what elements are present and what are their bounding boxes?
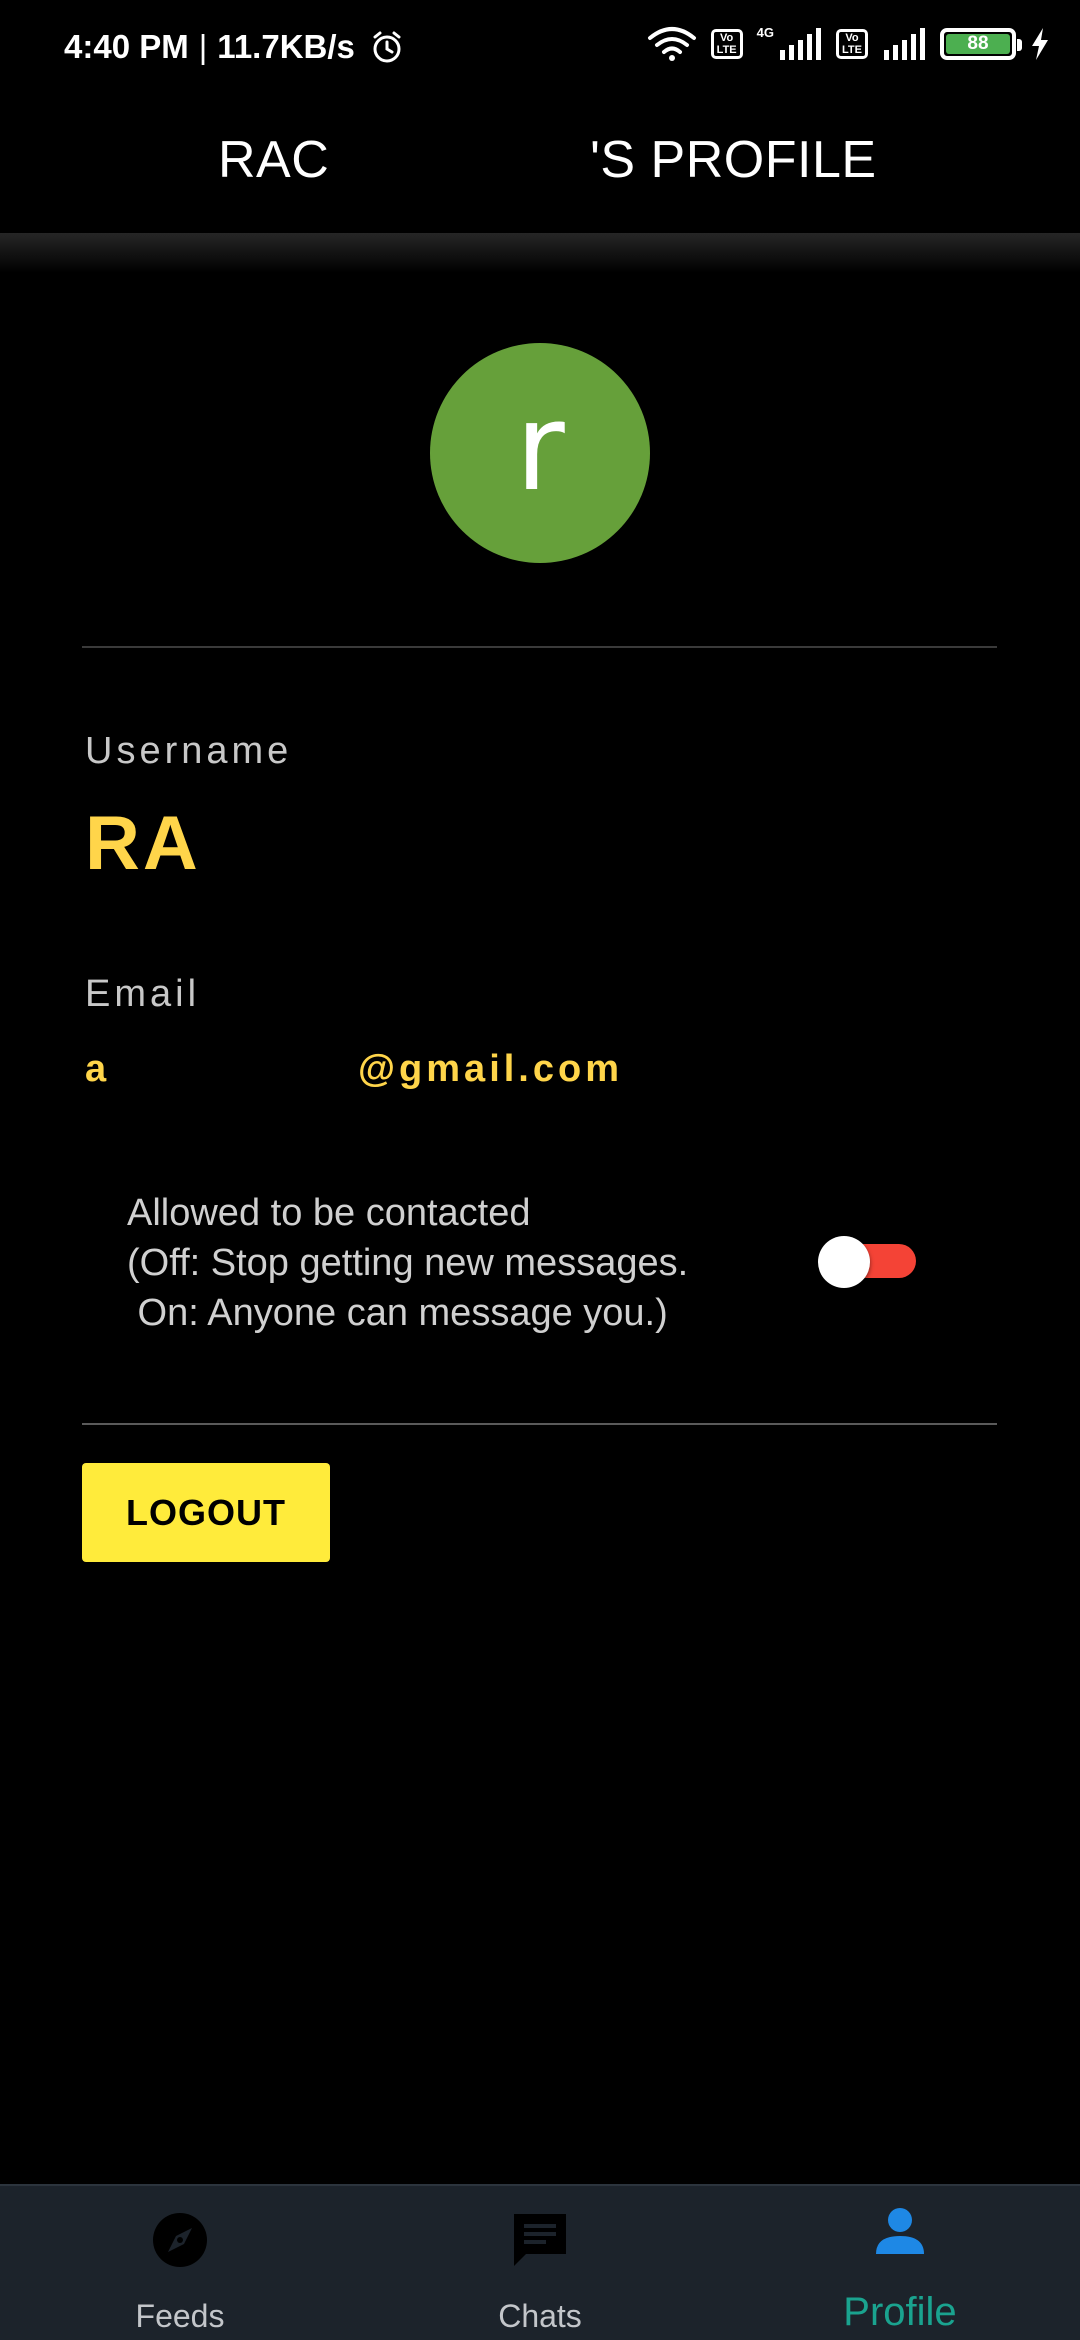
logout-button[interactable]: LOGOUT <box>82 1463 330 1562</box>
battery-level: 88 <box>946 33 1010 54</box>
contact-setting-on-hint: On: Anyone can message you.) <box>127 1292 668 1334</box>
email-label: Email <box>85 973 201 1015</box>
chat-icon <box>514 2214 566 2266</box>
email-prefix: a <box>85 1048 111 1090</box>
battery-tip <box>1017 39 1022 51</box>
signal-icon-2 <box>884 28 925 60</box>
status-left: 4:40 PM | 11.7KB/s <box>64 28 405 66</box>
page-title-part-2: 'S PROFILE <box>590 131 877 189</box>
avatar[interactable]: r <box>430 343 650 563</box>
battery-icon: 88 <box>940 28 1022 60</box>
volte-badge-2: Vo LTE <box>836 29 868 59</box>
signal-icon <box>780 28 821 60</box>
status-bar: 4:40 PM | 11.7KB/s Vo LTE 4G Vo LTE 88 <box>0 0 1080 100</box>
volte-badge: Vo LTE <box>710 29 743 59</box>
nav-label-chats: Chats <box>498 2298 582 2334</box>
volte-top-label: Vo <box>720 32 734 44</box>
status-time: 4:40 PM <box>64 28 189 65</box>
contact-setting-description: Allowed to be contacted (Off: Stop getti… <box>127 1188 688 1338</box>
divider-bottom <box>82 1423 997 1425</box>
nav-label-profile: Profile <box>843 2290 957 2334</box>
contact-toggle-switch[interactable] <box>818 1236 918 1288</box>
status-right: Vo LTE 4G Vo LTE 88 <box>647 24 1050 62</box>
wifi-icon <box>647 27 696 61</box>
page-title-part-1: RAC <box>218 131 330 189</box>
network-speed: 11.7KB/s <box>217 28 355 65</box>
profile-screen: 4:40 PM | 11.7KB/s Vo LTE 4G Vo LTE 88 R… <box>0 0 1080 2340</box>
app-bar-shadow <box>0 233 1080 273</box>
nav-item-profile[interactable]: Profile <box>720 2186 1080 2340</box>
divider-top <box>82 646 997 648</box>
username-value: RA <box>85 801 201 886</box>
volte-bottom-label-2: LTE <box>842 44 862 56</box>
person-icon <box>876 2208 924 2254</box>
network-type-label: 4G <box>756 24 774 40</box>
username-label: Username <box>85 730 293 772</box>
toggle-thumb <box>818 1236 870 1288</box>
nav-item-chats[interactable]: Chats <box>360 2186 720 2340</box>
alarm-icon <box>373 31 401 63</box>
contact-setting-off-hint: (Off: Stop getting new messages. <box>127 1242 689 1284</box>
bottom-navigation: Feeds Chats Profile <box>0 2184 1080 2340</box>
charging-icon <box>1032 28 1048 60</box>
nav-item-feeds[interactable]: Feeds <box>0 2186 360 2340</box>
volte-bottom-label: LTE <box>716 44 737 56</box>
volte-top-label-2: Vo <box>845 32 859 44</box>
nav-label-feeds: Feeds <box>135 2298 225 2334</box>
compass-icon <box>153 2213 207 2267</box>
avatar-letter: r <box>515 379 565 518</box>
status-separator: | <box>198 28 208 65</box>
contact-setting-title: Allowed to be contacted <box>127 1192 531 1234</box>
app-bar: RAC 'S PROFILE <box>0 100 1080 235</box>
email-domain: @gmail.com <box>358 1048 623 1090</box>
